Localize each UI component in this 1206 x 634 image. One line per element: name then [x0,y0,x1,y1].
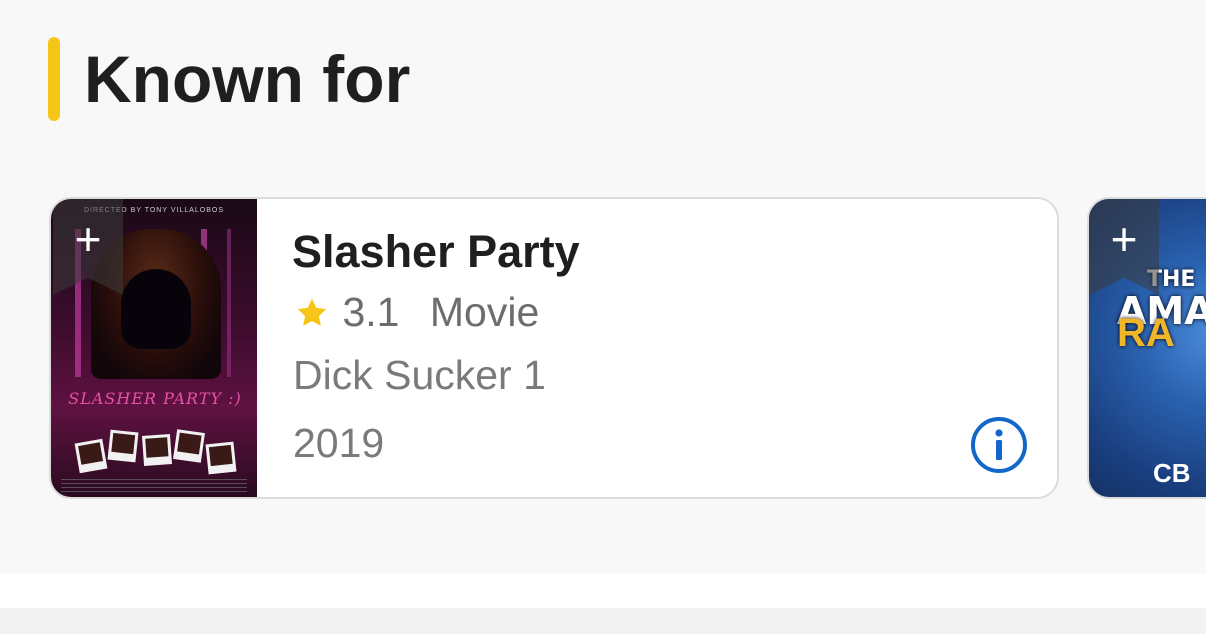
plus-icon: + [74,213,102,265]
known-for-card-1[interactable]: DIRECTED BY TONY VILLALOBOS SLASHER PART… [49,197,1059,499]
card-details[interactable]: Slasher Party 3.1 Movie Dick Sucker 1 20… [292,199,1057,497]
section-accent-bar [48,37,60,121]
network-logo: CB [1153,458,1191,488]
add-to-watchlist-button[interactable]: + [53,199,123,295]
poster-title-art: SLASHER PARTY :) [68,389,242,408]
poster-polaroid [74,438,108,474]
poster-image[interactable]: DIRECTED BY TONY VILLALOBOS SLASHER PART… [51,199,257,497]
rating-type-row: 3.1 Movie [294,289,539,339]
info-icon[interactable] [969,415,1029,475]
poster-polaroid [205,441,237,475]
known-for-card-2[interactable]: THE AMAZ RA CB + [1087,197,1206,499]
character-name: Dick Sucker 1 [293,352,546,398]
section-title: Known for [84,42,411,116]
poster-light-stripe [227,229,231,377]
poster-polaroid [173,429,205,463]
poster-polaroid [107,429,139,463]
next-section-top [0,608,1206,634]
poster-credits-block [61,479,247,493]
section-divider [0,574,1206,608]
rating-value: 3.1 [342,289,400,335]
title-name[interactable]: Slasher Party [292,225,580,279]
poster-polaroid [141,434,173,466]
release-year: 2019 [293,420,385,466]
poster-shadow-face [121,269,191,349]
plus-icon: + [1110,213,1138,265]
star-icon [297,298,327,326]
poster-title-art-2: RA [1117,311,1175,355]
title-type: Movie [429,289,540,335]
